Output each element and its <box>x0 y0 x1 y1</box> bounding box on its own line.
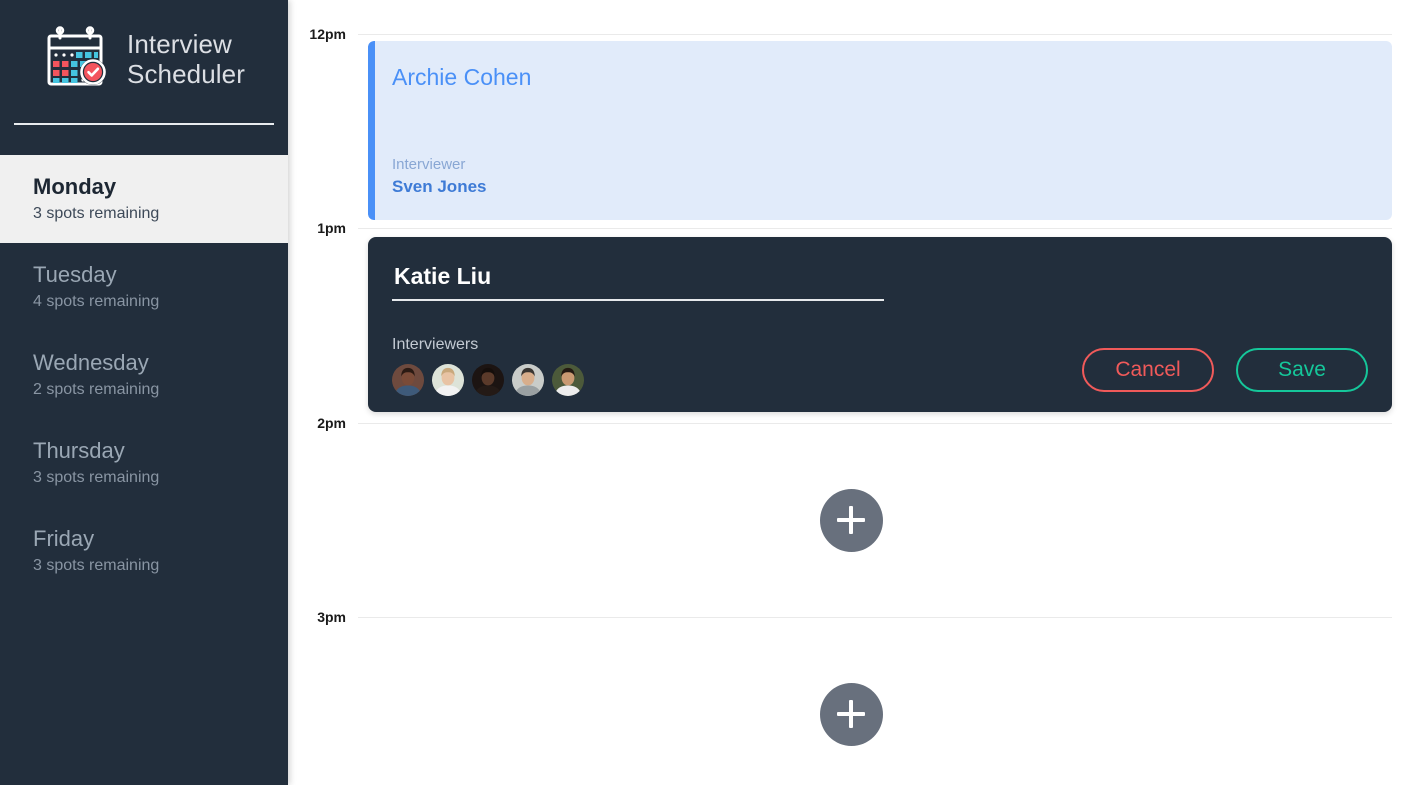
interview-scheduler-app: Interview Scheduler Monday 3 spots remain… <box>0 0 1414 785</box>
day-spots-remaining: 3 spots remaining <box>33 469 160 486</box>
brand-header: Interview Scheduler <box>0 0 288 155</box>
time-label: 1pm <box>317 220 346 236</box>
appointment-interviewer: Interviewer Sven Jones <box>392 155 487 198</box>
day-name: Thursday <box>33 438 125 463</box>
appointment-card[interactable]: Archie Cohen Interviewer Sven Jones <box>368 41 1392 220</box>
brand-title-line1: Interview <box>127 29 232 59</box>
day-name: Wednesday <box>33 350 149 375</box>
time-label: 12pm <box>309 26 346 42</box>
page-title: Interview Scheduler <box>127 29 245 89</box>
day-name: Tuesday <box>33 262 117 287</box>
day-list: Monday 3 spots remaining Tuesday 4 spots re… <box>0 155 288 595</box>
sidebar-item-friday[interactable]: Friday 3 spots remaining <box>0 507 288 595</box>
form-actions: Cancel Save <box>1082 348 1368 396</box>
hour-divider <box>358 617 1392 618</box>
empty-slot <box>288 624 1414 785</box>
brand-divider <box>14 123 274 125</box>
schedule-column: 12pm Archie Cohen Interviewer Sven Jones 1pm… <box>288 0 1414 785</box>
interviewer-name: Sven Jones <box>392 177 487 196</box>
day-spots-remaining: 3 spots remaining <box>33 557 160 574</box>
interviewer-avatar-list <box>392 364 584 396</box>
interviewer-avatar[interactable] <box>552 364 584 396</box>
hour-divider <box>358 34 1392 35</box>
plus-icon[interactable] <box>819 682 883 746</box>
day-spots-remaining: 4 spots remaining <box>33 293 160 310</box>
sidebar-item-wednesday[interactable]: Wednesday 2 spots remaining <box>0 331 288 419</box>
cancel-button[interactable]: Cancel <box>1082 348 1214 392</box>
appointment-student-name: Archie Cohen <box>392 64 532 90</box>
interviewers-label: Interviewers <box>392 336 479 353</box>
hour-divider <box>358 228 1392 229</box>
day-name: Monday <box>33 174 117 199</box>
sidebar-item-monday[interactable]: Monday 3 spots remaining <box>0 155 288 243</box>
sidebar: Interview Scheduler Monday 3 spots remain… <box>0 0 288 785</box>
interviewer-avatar[interactable] <box>472 364 504 396</box>
day-name: Friday <box>33 526 95 551</box>
sidebar-item-thursday[interactable]: Thursday 3 spots remaining <box>0 419 288 507</box>
calendar-check-icon <box>43 26 113 92</box>
sidebar-item-tuesday[interactable]: Tuesday 4 spots remaining <box>0 243 288 331</box>
empty-slot <box>288 430 1414 610</box>
appointment-accent-bar <box>368 41 375 220</box>
interviewer-avatar[interactable] <box>512 364 544 396</box>
student-name-input[interactable] <box>392 261 884 301</box>
time-label: 3pm <box>317 609 346 625</box>
time-label: 2pm <box>317 415 346 431</box>
hour-divider <box>358 423 1392 424</box>
interviewers-section: Interviewers <box>392 335 584 396</box>
appointment-edit-form: Interviewers Cancel Save <box>368 237 1392 412</box>
save-button[interactable]: Save <box>1236 348 1368 392</box>
brand-title-line2: Scheduler <box>127 59 245 89</box>
interviewer-label: Interviewer <box>392 156 466 173</box>
interviewer-avatar[interactable] <box>432 364 464 396</box>
day-spots-remaining: 3 spots remaining <box>33 205 160 222</box>
interviewer-avatar[interactable] <box>392 364 424 396</box>
plus-icon[interactable] <box>819 488 883 552</box>
day-spots-remaining: 2 spots remaining <box>33 381 160 398</box>
